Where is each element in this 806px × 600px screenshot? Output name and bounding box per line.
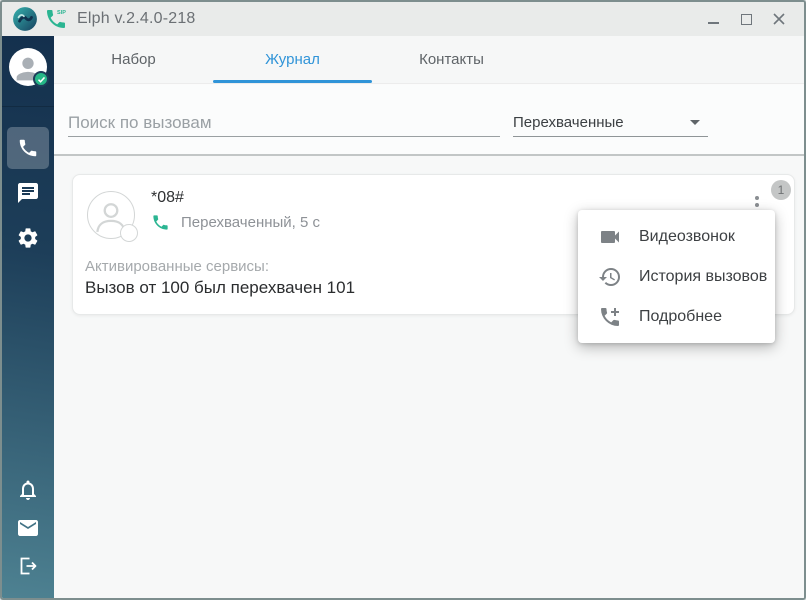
sidebar-item-mail[interactable] xyxy=(14,514,42,542)
menu-item-label: Видеозвонок xyxy=(639,228,735,246)
active-tab-indicator xyxy=(213,80,372,83)
sidebar-item-calls[interactable] xyxy=(7,127,49,169)
tab-label: Журнал xyxy=(265,51,320,68)
context-menu: Видеозвонок История вызовов Подробнее xyxy=(578,210,775,343)
call-filter-dropdown[interactable]: Перехваченные xyxy=(513,109,708,137)
tab-label: Контакты xyxy=(419,51,484,68)
services-label: Активированные сервисы: xyxy=(85,258,269,275)
call-status-row: Перехваченный, 5 с xyxy=(151,213,320,232)
menu-item-label: История вызовов xyxy=(639,268,767,286)
mail-icon xyxy=(16,516,40,540)
filter-row: Перехваченные xyxy=(54,85,804,154)
menu-item-video-call[interactable]: Видеозвонок xyxy=(578,217,775,257)
maximize-icon xyxy=(741,14,752,25)
call-count-badge: 1 xyxy=(771,180,791,200)
kebab-dot xyxy=(755,196,759,200)
title-bar: SIP Elph v.2.4.0-218 xyxy=(2,2,804,36)
tab-journal[interactable]: Журнал xyxy=(213,36,372,83)
bell-icon xyxy=(16,478,40,502)
tab-bar: Набор Журнал Контакты xyxy=(54,36,804,84)
chevron-down-icon xyxy=(690,120,700,125)
menu-item-details[interactable]: Подробнее xyxy=(578,297,775,337)
main-area: Набор Журнал Контакты Перехваченные xyxy=(54,36,804,600)
phone-icon xyxy=(17,137,39,159)
sidebar-item-messages[interactable] xyxy=(14,179,42,207)
history-icon xyxy=(598,265,622,289)
services-text: Вызов от 100 был перехвачен 101 xyxy=(85,278,355,298)
contact-avatar xyxy=(87,191,135,239)
tab-label: Набор xyxy=(111,51,155,68)
call-direction-icon xyxy=(151,213,170,232)
dropdown-selected-value: Перехваченные xyxy=(513,114,624,131)
tab-dialpad[interactable]: Набор xyxy=(54,36,213,83)
close-button[interactable] xyxy=(772,12,786,26)
menu-item-label: Подробнее xyxy=(639,308,722,326)
app-logo-icon xyxy=(12,6,38,32)
close-icon xyxy=(772,12,786,26)
call-number: *08# xyxy=(151,189,184,207)
contact-status-icon xyxy=(120,224,138,242)
sidebar-divider xyxy=(2,106,54,107)
sidebar-item-settings[interactable] xyxy=(14,224,42,252)
call-status-text: Перехваченный, 5 с xyxy=(181,214,320,231)
tab-contacts[interactable]: Контакты xyxy=(372,36,531,83)
sidebar xyxy=(2,36,54,600)
gear-icon xyxy=(16,226,40,250)
app-window: SIP Elph v.2.4.0-218 xyxy=(0,0,806,600)
sip-label: SIP xyxy=(57,10,66,16)
sidebar-item-logout[interactable] xyxy=(14,552,42,580)
kebab-dot xyxy=(755,203,759,207)
logout-icon xyxy=(16,554,40,578)
minimize-button[interactable] xyxy=(706,12,720,26)
window-controls xyxy=(706,12,794,26)
chat-icon xyxy=(16,181,40,205)
search-input[interactable] xyxy=(68,109,500,137)
window-title: Elph v.2.4.0-218 xyxy=(77,10,196,28)
videocam-icon xyxy=(598,225,622,249)
sidebar-item-notifications[interactable] xyxy=(14,476,42,504)
user-avatar[interactable] xyxy=(9,48,47,86)
add-call-icon xyxy=(598,305,622,329)
sip-phone-icon: SIP xyxy=(44,7,68,31)
menu-item-call-history[interactable]: История вызовов xyxy=(578,257,775,297)
minimize-icon xyxy=(708,22,719,24)
online-status-icon xyxy=(33,71,49,87)
maximize-button[interactable] xyxy=(739,12,753,26)
